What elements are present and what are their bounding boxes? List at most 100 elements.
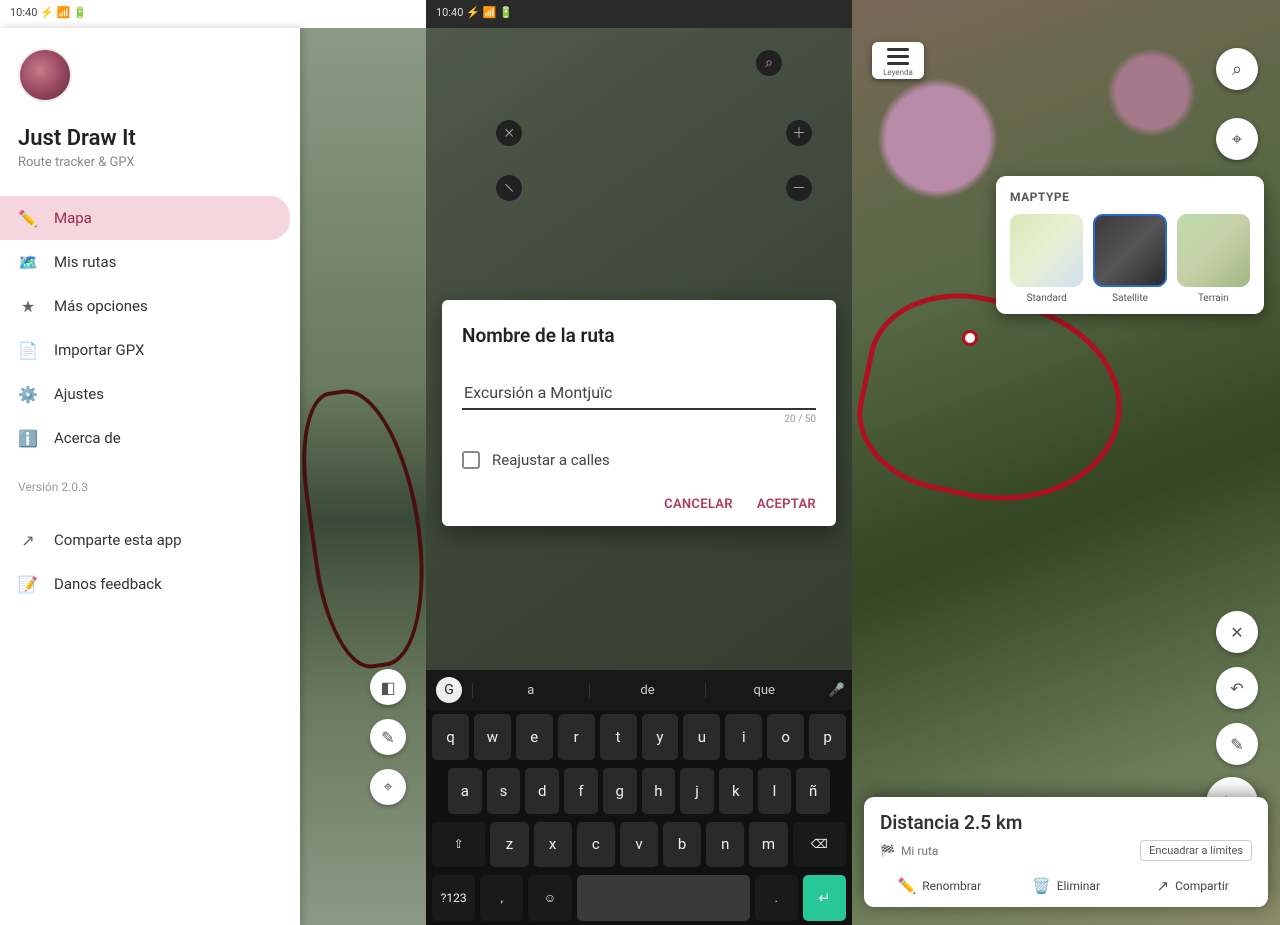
key-.[interactable]: . (755, 875, 798, 921)
key-q[interactable]: q (432, 714, 469, 760)
screenshot-dialog: 10:40 ⚡ 📶 🔋 ＋ － ⌕ ＋ － Nombre de la ruta … (426, 0, 852, 925)
key-g[interactable]: g (603, 768, 637, 814)
route-flag-icon: 🏁 (880, 844, 895, 858)
version-label: Versión 2.0.3 (0, 460, 300, 502)
layers-icon[interactable]: ◧ (370, 669, 406, 705)
layer-thumb (1093, 214, 1166, 287)
key-space[interactable] (577, 875, 750, 921)
fit-bounds-button[interactable]: Encuadrar a límites (1140, 840, 1252, 861)
undo-icon[interactable]: ↶ (1216, 667, 1258, 709)
tool-fab-stack: ✕ ↶ ✎ (1216, 611, 1258, 765)
action-label: Eliminar (1057, 879, 1100, 893)
mic-icon[interactable]: 🎤 (822, 683, 852, 698)
nav-about[interactable]: ℹ️ Acerca de (0, 416, 300, 460)
key-i[interactable]: i (725, 714, 762, 760)
key-?123[interactable]: ?123 (432, 875, 475, 921)
accept-button[interactable]: ACEPTAR (757, 497, 816, 512)
nav-item-icon: 🗺️ (18, 252, 38, 272)
key-s[interactable]: s (487, 768, 521, 814)
action-delete[interactable]: 🗑️Eliminar (1007, 877, 1126, 895)
key-d[interactable]: d (525, 768, 559, 814)
nav-item-label: Comparte esta app (54, 531, 182, 549)
route-name-input[interactable] (462, 377, 816, 410)
key-a[interactable]: a (448, 768, 482, 814)
route-marker[interactable] (962, 330, 978, 346)
key-b[interactable]: b (663, 822, 701, 868)
key-z[interactable]: z (490, 822, 528, 868)
close-icon[interactable]: ✕ (1216, 611, 1258, 653)
key-e[interactable]: e (516, 714, 553, 760)
nav-share-app[interactable]: ↗ Comparte esta app (0, 518, 300, 562)
nav-import-gpx[interactable]: 📄Importar GPX (0, 328, 300, 372)
cancel-button[interactable]: CANCELAR (664, 497, 733, 512)
nav-my-routes[interactable]: 🗺️Mis rutas (0, 240, 300, 284)
edit-icon[interactable]: ✎ (1216, 723, 1258, 765)
layer-label: Standard (1010, 293, 1083, 304)
key-v[interactable]: v (620, 822, 658, 868)
key-f[interactable]: f (564, 768, 598, 814)
action-share[interactable]: ↗Compartir (1133, 877, 1252, 895)
route-name-label: Mi ruta (901, 844, 939, 858)
key-☺[interactable]: ☺ (528, 875, 571, 921)
gboard-icon[interactable]: G (436, 677, 462, 703)
layer-satellite[interactable]: Satellite (1093, 214, 1166, 304)
menu-button[interactable]: Leyenda (872, 42, 924, 79)
locate-icon[interactable]: ⌖ (1216, 118, 1258, 160)
key-u[interactable]: u (683, 714, 720, 760)
key-m[interactable]: m (749, 822, 787, 868)
soft-keyboard[interactable]: G a de que 🎤 qwertyuiopasdfghjklñ⇧zxcvbn… (426, 670, 852, 925)
nav-item-label: Acerca de (54, 429, 121, 447)
edit-icon[interactable]: ✎ (370, 719, 406, 755)
key-x[interactable]: x (534, 822, 572, 868)
key-h[interactable]: h (642, 768, 676, 814)
screenshot-map-layers: Leyenda ⌕ ⌖ MAPTYPE StandardSatelliteTer… (852, 0, 1280, 925)
key-⇧[interactable]: ⇧ (432, 822, 485, 868)
key-n[interactable]: n (706, 822, 744, 868)
app-title: Just Draw It (18, 126, 282, 151)
nav-item-label: Importar GPX (54, 341, 144, 359)
suggestion-2[interactable]: de (589, 683, 706, 698)
key-,[interactable]: , (480, 875, 523, 921)
locate-icon[interactable]: ⌖ (370, 769, 406, 805)
key-o[interactable]: o (767, 714, 804, 760)
nav-list: ✏️Mapa🗺️Mis rutas★Más opciones📄Importar … (0, 196, 300, 460)
key-l[interactable]: l (758, 768, 792, 814)
key-j[interactable]: j (680, 768, 714, 814)
key-p[interactable]: p (809, 714, 846, 760)
nav-settings[interactable]: ⚙️Ajustes (0, 372, 300, 416)
suggestion-3[interactable]: que (705, 683, 822, 698)
key-↵[interactable]: ↵ (803, 875, 846, 921)
layer-standard[interactable]: Standard (1010, 214, 1083, 304)
key-c[interactable]: c (577, 822, 615, 868)
action-rename[interactable]: ✏️Renombrar (880, 877, 999, 895)
key-ñ[interactable]: ñ (796, 768, 830, 814)
layer-label: Satellite (1093, 293, 1166, 304)
key-w[interactable]: w (474, 714, 511, 760)
snap-to-roads-option[interactable]: Reajustar a calles (462, 451, 816, 469)
nav-map[interactable]: ✏️Mapa (0, 196, 290, 240)
key-t[interactable]: t (600, 714, 637, 760)
nav-feedback[interactable]: 📝Danos feedback (0, 562, 300, 606)
map-type-options: Standard Satellite Terrain (1010, 214, 1250, 304)
key-⌫[interactable]: ⌫ (793, 822, 846, 868)
key-k[interactable]: k (719, 768, 753, 814)
map-type-card: MAPTYPE StandardSatelliteTerrain (996, 176, 1264, 314)
checkbox-icon[interactable] (462, 451, 480, 469)
layer-terrain[interactable]: Terrain (1177, 214, 1250, 304)
nav-more-options[interactable]: ★Más opciones (0, 284, 300, 328)
menu-label: Leyenda (880, 68, 916, 77)
action-label: Renombrar (922, 879, 981, 893)
distance-card: Distancia 2.5 km 🏁 Mi ruta Encuadrar a l… (864, 797, 1268, 907)
nav-item-icon: ✏️ (18, 208, 38, 228)
suggestion-1[interactable]: a (472, 683, 589, 698)
app-avatar (18, 48, 72, 102)
route-name-dialog: Nombre de la ruta 20 / 50 Reajustar a ca… (442, 300, 836, 526)
app-subtitle: Route tracker & GPX (18, 155, 282, 170)
key-y[interactable]: y (642, 714, 679, 760)
dialog-title: Nombre de la ruta (462, 324, 816, 347)
nav-item-icon: ℹ️ (18, 428, 38, 448)
nav-item-icon: ↗ (18, 530, 38, 550)
status-bar: 10:40 ⚡ 📶 🔋 (426, 0, 852, 28)
search-icon[interactable]: ⌕ (1216, 48, 1258, 90)
key-r[interactable]: r (558, 714, 595, 760)
